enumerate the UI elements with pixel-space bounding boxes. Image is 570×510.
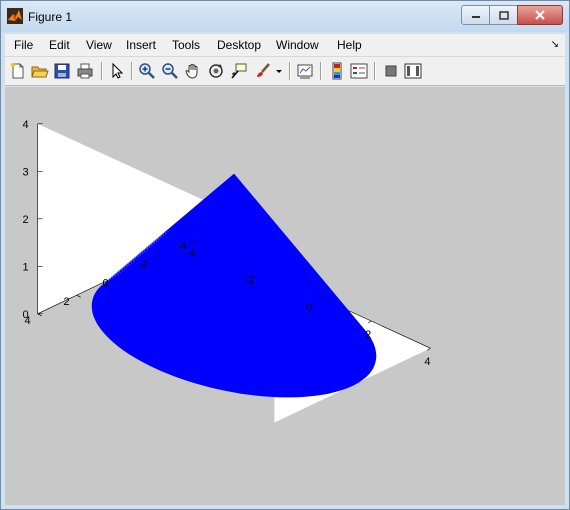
minimize-button[interactable] (461, 5, 490, 25)
menubar-dock-arrow-icon[interactable]: ↘ (551, 39, 559, 50)
minimize-icon (471, 16, 480, 18)
brush-icon[interactable] (254, 62, 272, 80)
toolbar-separator (101, 62, 103, 80)
menu-window[interactable]: Window (276, 38, 319, 52)
zoom-out-icon[interactable] (161, 62, 179, 80)
data-cursor-icon[interactable] (230, 62, 248, 80)
x-tick-label: -4 (186, 247, 196, 259)
toolbar-separator (289, 62, 291, 80)
figure-toolbar (5, 57, 565, 86)
legend-icon[interactable] (350, 62, 368, 80)
axes-3d[interactable]: 01234-4-2024-4-2024 (5, 87, 565, 505)
figure-canvas[interactable]: 0 1 2 3 4 -4 -2 0 2 4 -4 -2 0 2 4 (5, 87, 565, 505)
pan-hand-icon[interactable] (184, 62, 202, 80)
x-tick-label: 0 (306, 302, 312, 314)
menu-insert[interactable]: Insert (126, 38, 156, 52)
x-tick-label: 2 (365, 329, 371, 341)
close-icon (535, 10, 545, 20)
menu-edit[interactable]: Edit (49, 38, 70, 52)
maximize-icon (498, 10, 509, 20)
menu-bar: File Edit View Insert Tools Desktop Wind… (5, 34, 565, 57)
title-bar[interactable]: Figure 1 (1, 1, 569, 32)
rotate-3d-icon[interactable] (207, 62, 225, 80)
y-tick (76, 294, 81, 298)
brush-dropdown-icon[interactable] (275, 62, 283, 80)
colorbar-icon[interactable] (328, 62, 346, 80)
y-tick-label: -2 (138, 259, 148, 271)
matlab-logo-icon (7, 8, 23, 24)
z-tick-label: 1 (22, 261, 28, 273)
figure-window: Figure 1 File Edit View Insert Tools Des… (0, 0, 570, 510)
open-file-icon[interactable] (31, 62, 49, 80)
edit-plot-arrow-icon[interactable] (108, 62, 126, 80)
zoom-in-icon[interactable] (138, 62, 156, 80)
menu-tools[interactable]: Tools (172, 38, 200, 52)
y-tick-label: 4 (24, 315, 30, 327)
z-tick-label: 2 (22, 214, 28, 226)
toolbar-separator (374, 62, 376, 80)
hide-plot-tools-icon[interactable] (382, 62, 400, 80)
x-tick-label: 4 (424, 356, 430, 368)
x-tick-label: -2 (245, 275, 255, 287)
menu-desktop[interactable]: Desktop (217, 38, 261, 52)
z-tick-label: 3 (22, 166, 28, 178)
y-tick-label: 2 (63, 296, 69, 308)
z-tick-label: 4 (22, 119, 28, 131)
maximize-button[interactable] (489, 5, 518, 25)
toolbar-separator (131, 62, 133, 80)
new-figure-icon[interactable] (9, 62, 27, 80)
menu-help[interactable]: Help (337, 38, 362, 52)
link-plot-icon[interactable] (296, 62, 314, 80)
save-icon[interactable] (53, 62, 71, 80)
menu-file[interactable]: File (14, 38, 33, 52)
menu-view[interactable]: View (86, 38, 112, 52)
window-title: Figure 1 (28, 10, 73, 24)
close-button[interactable] (517, 5, 563, 25)
toolbar-separator (320, 62, 322, 80)
y-tick-label: 0 (102, 278, 108, 290)
print-icon[interactable] (76, 62, 94, 80)
show-plot-tools-icon[interactable] (404, 62, 422, 80)
